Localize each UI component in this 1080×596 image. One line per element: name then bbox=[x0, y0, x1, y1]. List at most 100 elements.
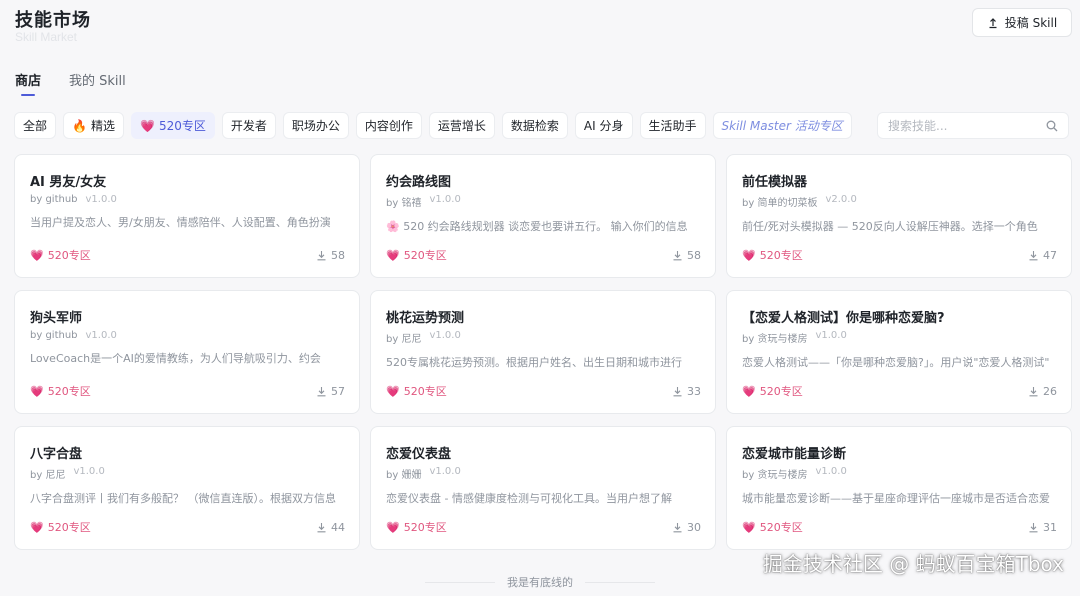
skill-author: by 贪玩与楼房 bbox=[742, 334, 808, 345]
category-skill-master[interactable]: Skill Master 活动专区 bbox=[712, 112, 852, 139]
download-icon bbox=[316, 250, 327, 261]
search-box bbox=[877, 112, 1069, 139]
skill-description: 前任/死对头模拟器 — 520反向人设解压神器。选择一个角色 bbox=[742, 220, 1038, 233]
skill-author: by 尼尼 bbox=[386, 334, 422, 345]
category-badge: 💗 520专区 bbox=[30, 248, 91, 263]
page-header: 技能市场 Skill Market bbox=[15, 6, 91, 44]
download-icon bbox=[1028, 386, 1039, 397]
skill-title: 【恋爱人格测试】你是哪种恋爱脑? bbox=[742, 311, 945, 326]
download-count: 33 bbox=[672, 385, 701, 398]
store-tabs: 商店 我的 Skill bbox=[15, 70, 154, 96]
category-filter-bar: 全部 🔥 精选 💗 520专区 开发者 职场办公 内容创作 运营增长 数据检索 AI… bbox=[14, 112, 859, 139]
category-all[interactable]: 全部 bbox=[14, 112, 57, 139]
skill-author: by github bbox=[30, 330, 78, 341]
skill-card[interactable]: 恋爱城市能量诊断 by 贪玩与楼房 v1.0.0 城市能量恋爱诊断——基于星座命理… bbox=[726, 426, 1072, 550]
category-badge: 💗 520专区 bbox=[386, 248, 447, 263]
download-count: 47 bbox=[1028, 249, 1057, 262]
divider bbox=[585, 581, 655, 583]
category-badge: 💗 520专区 bbox=[30, 384, 91, 399]
category-growth[interactable]: 运营增长 bbox=[428, 112, 495, 139]
skill-version: v2.0.0 bbox=[825, 194, 857, 205]
tab-store[interactable]: 商店 bbox=[15, 70, 41, 96]
download-icon bbox=[1028, 250, 1039, 261]
search-icon[interactable] bbox=[1046, 120, 1058, 132]
download-count: 30 bbox=[672, 521, 701, 534]
skill-author: by 尼尼 bbox=[30, 470, 66, 481]
skill-description: 城市能量恋爱诊断——基于星座命理评估一座城市是否适合恋爱 bbox=[742, 492, 1050, 505]
download-icon bbox=[316, 522, 327, 533]
skill-title: 约会路线图 bbox=[386, 175, 452, 190]
skill-card[interactable]: 狗头军师 by github v1.0.0 LoveCoach是一个AI的爱情教练… bbox=[14, 290, 360, 414]
page-title: 技能市场 bbox=[15, 10, 91, 31]
skill-author: by github bbox=[30, 194, 78, 205]
skill-version: v1.0.0 bbox=[815, 330, 847, 341]
fire-icon: 🔥 bbox=[72, 118, 87, 133]
skill-version: v1.0.0 bbox=[73, 466, 105, 477]
skill-card[interactable]: 约会路线图 by 铭禧 v1.0.0 🌸 520 约会路线规划器 谈恋爱也要讲五行… bbox=[370, 154, 716, 278]
download-count: 44 bbox=[316, 521, 345, 534]
category-ai-avatar[interactable]: AI 分身 bbox=[574, 112, 633, 139]
list-end-text: 我是有底线的 bbox=[507, 576, 573, 589]
download-icon bbox=[672, 386, 683, 397]
category-520[interactable]: 💗 520专区 bbox=[130, 112, 215, 139]
skill-version: v1.0.0 bbox=[429, 466, 461, 477]
category-developer[interactable]: 开发者 bbox=[221, 112, 276, 139]
skill-card[interactable]: 八字合盘 by 尼尼 v1.0.0 八字合盘测评丨我们有多般配？ （微信直连版）。… bbox=[14, 426, 360, 550]
download-count: 57 bbox=[316, 385, 345, 398]
skill-grid: AI 男友/女友 by github v1.0.0 当用户提及恋人、男/女朋友、情… bbox=[14, 154, 1072, 550]
download-icon bbox=[316, 386, 327, 397]
skill-card[interactable]: AI 男友/女友 by github v1.0.0 当用户提及恋人、男/女朋友、情… bbox=[14, 154, 360, 278]
tab-my-skill[interactable]: 我的 Skill bbox=[69, 70, 126, 96]
skill-description: 恋爱仪表盘 - 情感健康度检测与可视化工具。当用户想了解 bbox=[386, 492, 672, 505]
category-badge: 💗 520专区 bbox=[386, 520, 447, 535]
submit-skill-label: 投稿 Skill bbox=[1004, 16, 1058, 30]
heart-icon: 💗 bbox=[30, 248, 44, 262]
skill-card[interactable]: 恋爱仪表盘 by 姗姗 v1.0.0 恋爱仪表盘 - 情感健康度检测与可视化工具。… bbox=[370, 426, 716, 550]
heart-icon: 💗 bbox=[386, 248, 400, 262]
download-count: 31 bbox=[1028, 521, 1057, 534]
download-icon bbox=[672, 250, 683, 261]
skill-card[interactable]: 前任模拟器 by 简单的切菜板 v2.0.0 前任/死对头模拟器 — 520反向人… bbox=[726, 154, 1072, 278]
category-office[interactable]: 职场办公 bbox=[282, 112, 349, 139]
skill-title: 狗头军师 bbox=[30, 311, 83, 326]
category-badge: 💗 520专区 bbox=[742, 248, 803, 263]
skill-description: 八字合盘测评丨我们有多般配？ （微信直连版）。根据双方信息 bbox=[30, 492, 336, 505]
category-badge: 💗 520专区 bbox=[742, 520, 803, 535]
skill-title: 桃花运势预测 bbox=[386, 311, 465, 326]
category-life[interactable]: 生活助手 bbox=[639, 112, 706, 139]
watermark: 掘金技术社区 @ 蚂蚁百宝箱Tbox bbox=[762, 552, 1064, 576]
heart-icon: 💗 bbox=[742, 248, 756, 262]
heart-icon: 💗 bbox=[30, 384, 44, 398]
skill-description: 恋爱人格测试——「你是哪种恋爱脑?」。用户说"恋爱人格测试" bbox=[742, 356, 1050, 369]
skill-card[interactable]: 桃花运势预测 by 尼尼 v1.0.0 520专属桃花运势预测。根据用户姓名、出生… bbox=[370, 290, 716, 414]
skill-title: 八字合盘 bbox=[30, 447, 83, 462]
skill-version: v1.0.0 bbox=[429, 194, 461, 205]
category-content[interactable]: 内容创作 bbox=[355, 112, 422, 139]
skill-title: 前任模拟器 bbox=[742, 175, 808, 190]
skill-version: v1.0.0 bbox=[815, 466, 847, 477]
heart-icon: 💗 bbox=[386, 384, 400, 398]
download-count: 58 bbox=[672, 249, 701, 262]
skill-author: by 贪玩与楼房 bbox=[742, 470, 808, 481]
skill-card[interactable]: 【恋爱人格测试】你是哪种恋爱脑? by 贪玩与楼房 v1.0.0 恋爱人格测试——… bbox=[726, 290, 1072, 414]
heart-icon: 💗 bbox=[139, 118, 155, 133]
heart-icon: 💗 bbox=[742, 520, 756, 534]
search-input[interactable] bbox=[888, 118, 1046, 133]
skill-description: 当用户提及恋人、男/女朋友、情感陪伴、人设配置、角色扮演 bbox=[30, 216, 331, 229]
download-count: 26 bbox=[1028, 385, 1057, 398]
submit-skill-button[interactable]: 投稿 Skill bbox=[972, 8, 1072, 37]
skill-description: 520专属桃花运势预测。根据用户姓名、出生日期和城市进行 bbox=[386, 356, 682, 369]
download-icon bbox=[1028, 522, 1039, 533]
download-icon bbox=[672, 522, 683, 533]
skill-title: AI 男友/女友 bbox=[30, 175, 107, 190]
page-subtitle: Skill Market bbox=[15, 30, 78, 44]
heart-icon: 💗 bbox=[386, 520, 400, 534]
skill-version: v1.0.0 bbox=[429, 330, 461, 341]
divider bbox=[425, 581, 495, 583]
category-featured[interactable]: 🔥 精选 bbox=[63, 112, 124, 139]
category-data[interactable]: 数据检索 bbox=[501, 112, 568, 139]
download-count: 58 bbox=[316, 249, 345, 262]
category-badge: 💗 520专区 bbox=[30, 520, 91, 535]
skill-description: LoveCoach是一个AI的爱情教练，为人们导航吸引力、约会 bbox=[30, 352, 321, 365]
heart-icon: 💗 bbox=[742, 384, 756, 398]
